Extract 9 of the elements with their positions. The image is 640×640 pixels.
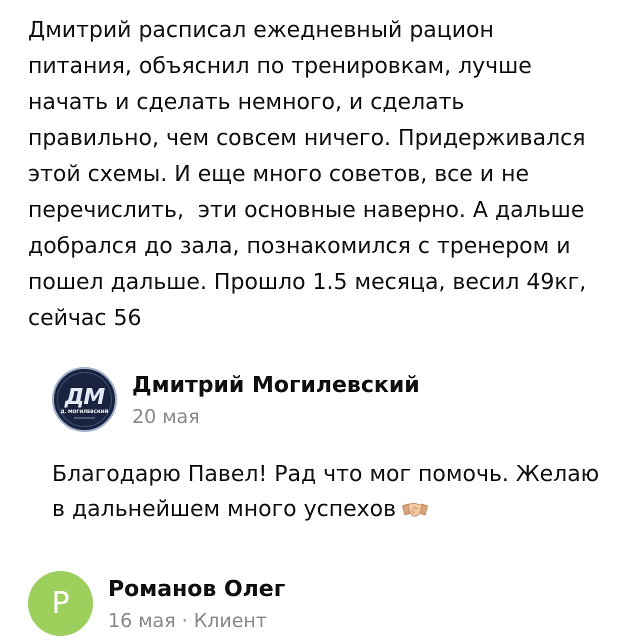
comment-date: 20 мая	[132, 405, 200, 430]
avatar: Р	[28, 571, 93, 636]
comment-meta: 16 мая · Клиент	[108, 609, 267, 634]
review-text: Дмитрий расписал ежедневный рацион питания, объяснил по тренировкам, лучше начать и сделать немного, и сделать правильно, чем совсем ничего. Придерживался этой схемы. И еще много советов, все и не перечислить, эти основные наверно. А дальше добрался до зала, познакомился с тренером и пошел дальше. Прошло 1.5 месяца, весил 49кг, сейчас 56	[28, 17, 586, 333]
author-name: Романов Олег	[108, 576, 286, 604]
author-name: Дмитрий Могилевский	[132, 372, 420, 400]
reply-text: Благодарю Павел! Рад что мог помочь. Желаю	[52, 461, 600, 489]
handshake-icon	[402, 500, 428, 518]
reply-text: в дальнейшем много успехов	[52, 496, 396, 524]
